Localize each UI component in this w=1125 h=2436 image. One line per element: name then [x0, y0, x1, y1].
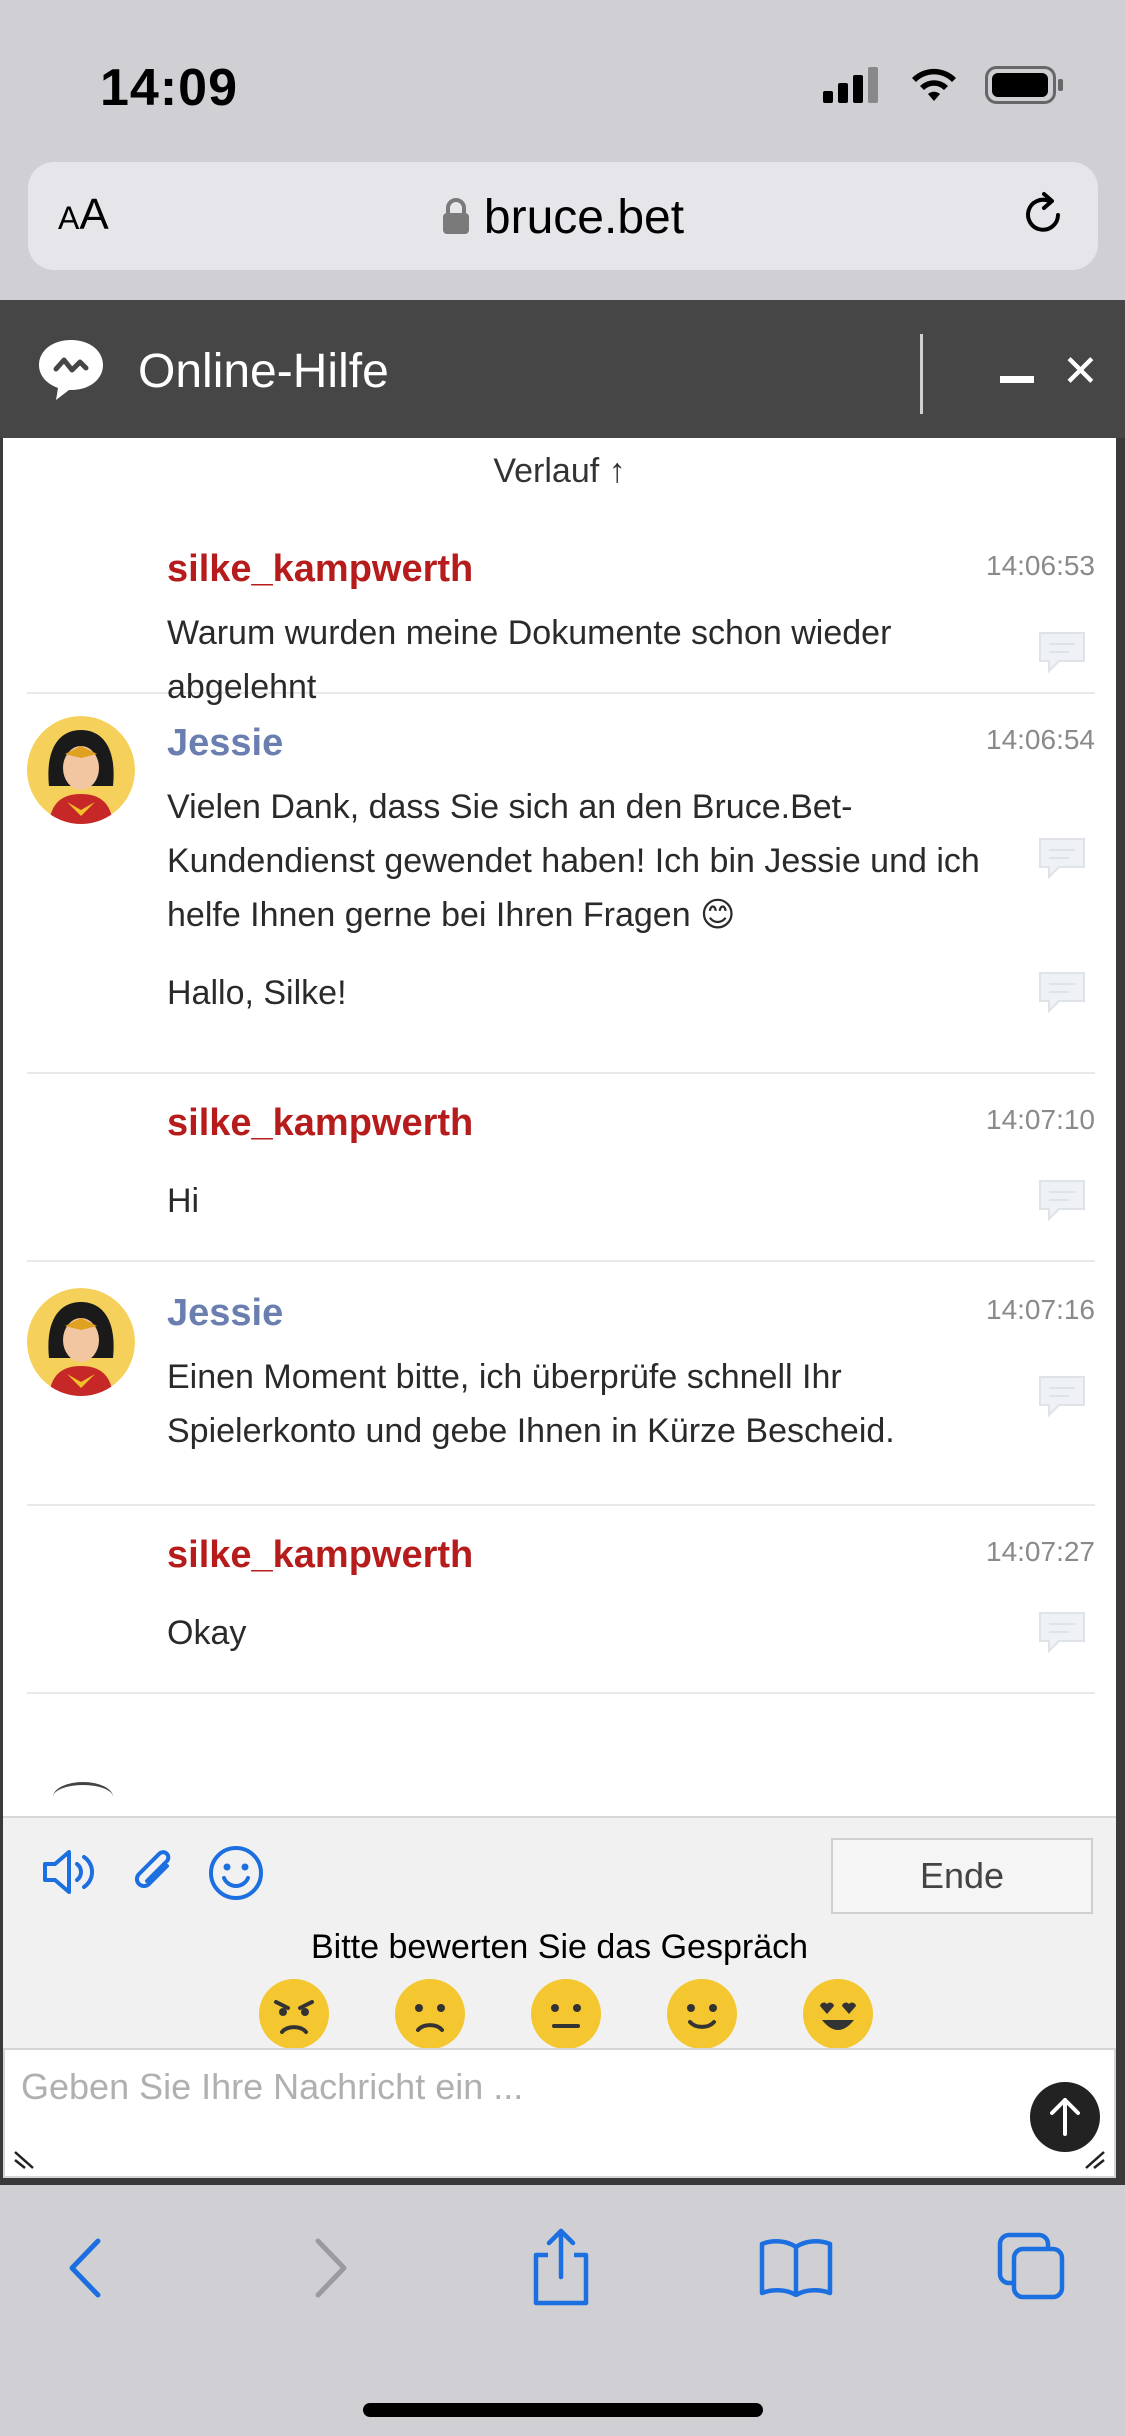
- rating-prompt: Bitte bewerten Sie das Gespräch: [310, 1928, 809, 1966]
- message-text: Hi: [167, 1182, 200, 1220]
- message-time: 14:07:27: [986, 1536, 1095, 1567]
- end-chat-button[interactable]: Ende: [831, 1838, 1093, 1914]
- message-input[interactable]: Geben Sie Ihre Nachricht ein ...: [3, 2048, 1116, 2178]
- safari-toolbar: [0, 2185, 1125, 2436]
- message-time: 14:06:54: [986, 724, 1095, 755]
- chat-widget: Online-Hilfe ✕ Verlauf ↑ silke_kampwerth…: [0, 300, 1125, 2185]
- chat-bubble-icon: [1039, 972, 1085, 1014]
- close-icon[interactable]: ✕: [1062, 346, 1099, 397]
- avatar: [27, 1288, 135, 1396]
- partial-avatar: [53, 1782, 113, 1812]
- heart-eyes-face-icon[interactable]: [802, 1978, 874, 2050]
- minimize-icon[interactable]: [1000, 376, 1034, 383]
- message-item: Jessie 14:06:54 Vielen Dank, dass Sie si…: [27, 694, 1095, 1074]
- forward-icon[interactable]: [306, 2233, 354, 2303]
- message-time: 14:06:53: [986, 550, 1095, 581]
- chat-bubble-icon: [1039, 632, 1085, 674]
- message-item: silke_kampwerth 14:07:27 Okay: [27, 1506, 1095, 1694]
- rating-row: [258, 1978, 874, 2050]
- home-indicator: [363, 2403, 763, 2417]
- sender-name: silke_kampwerth: [167, 1534, 474, 1576]
- chat-bubble-icon: [1039, 838, 1085, 880]
- send-button[interactable]: [1030, 2082, 1100, 2152]
- message-time: 14:07:16: [986, 1294, 1095, 1325]
- resize-handle-icon[interactable]: [1080, 2148, 1106, 2170]
- chat-bubble-icon: [1039, 1376, 1085, 1418]
- message-text: Einen Moment bitte, ich überprüfe schnel…: [167, 1358, 895, 1450]
- message-text: Okay: [167, 1614, 247, 1652]
- emoji-icon[interactable]: [207, 1844, 265, 1902]
- attachment-icon[interactable]: [127, 1844, 183, 1900]
- chat-bubble-icon: [1039, 1612, 1085, 1654]
- reload-icon[interactable]: [1016, 188, 1070, 242]
- input-placeholder: Geben Sie Ihre Nachricht ein ...: [21, 2066, 524, 2107]
- lock-icon: [442, 198, 469, 235]
- neutral-face-icon[interactable]: [530, 1978, 602, 2050]
- sound-icon[interactable]: [39, 1844, 101, 1900]
- sad-face-icon[interactable]: [394, 1978, 466, 2050]
- address-bar[interactable]: AA bruce.bet: [28, 162, 1098, 270]
- sender-name: silke_kampwerth: [167, 548, 474, 590]
- avatar: [27, 716, 135, 824]
- chat-bubble-icon: [1039, 1180, 1085, 1222]
- battery-icon: [985, 66, 1063, 104]
- message-item: silke_kampwerth 14:06:53 Warum wurden me…: [27, 528, 1095, 706]
- message-item: Jessie 14:07:16 Einen Moment bitte, ich …: [27, 1262, 1095, 1506]
- angry-face-icon[interactable]: [258, 1978, 330, 2050]
- smile-face-icon[interactable]: [666, 1978, 738, 2050]
- message-text: Vielen Dank, dass Sie sich an den Bruce.…: [167, 788, 980, 934]
- message-item: silke_kampwerth 14:07:10 Hi: [27, 1074, 1095, 1262]
- wifi-icon: [912, 68, 956, 101]
- arrow-up-icon: [1050, 2098, 1080, 2136]
- sender-name: Jessie: [167, 722, 284, 764]
- sender-name: Jessie: [167, 1292, 284, 1334]
- chat-messages[interactable]: Verlauf ↑ silke_kampwerth 14:06:53 Warum…: [3, 438, 1116, 1816]
- chat-title: Online-Hilfe: [138, 345, 389, 398]
- status-icons: [823, 66, 1065, 104]
- sender-name: silke_kampwerth: [167, 1102, 474, 1144]
- history-link[interactable]: Verlauf ↑: [3, 452, 1116, 491]
- bookmarks-icon[interactable]: [758, 2237, 834, 2297]
- url-text: bruce.bet: [483, 191, 685, 244]
- header-divider: [920, 334, 923, 414]
- message-time: 14:07:10: [986, 1104, 1095, 1135]
- message-text: Hallo, Silke!: [167, 974, 347, 1012]
- tabs-icon[interactable]: [996, 2231, 1068, 2303]
- chat-header: Online-Hilfe ✕: [0, 300, 1125, 438]
- back-icon[interactable]: [62, 2233, 110, 2303]
- share-icon[interactable]: [528, 2225, 594, 2307]
- status-time: 14:09: [100, 59, 238, 117]
- signal-icon: [823, 67, 878, 103]
- chat-toolbar: Ende Bitte bewerten Sie das Gespräch: [3, 1816, 1116, 2050]
- safari-address-area: AA bruce.bet: [0, 160, 1125, 300]
- chat-logo-icon: [39, 340, 103, 400]
- url-display[interactable]: bruce.bet: [28, 190, 1098, 245]
- status-bar: 14:09: [0, 0, 1125, 160]
- resize-handle-icon[interactable]: [13, 2148, 39, 2170]
